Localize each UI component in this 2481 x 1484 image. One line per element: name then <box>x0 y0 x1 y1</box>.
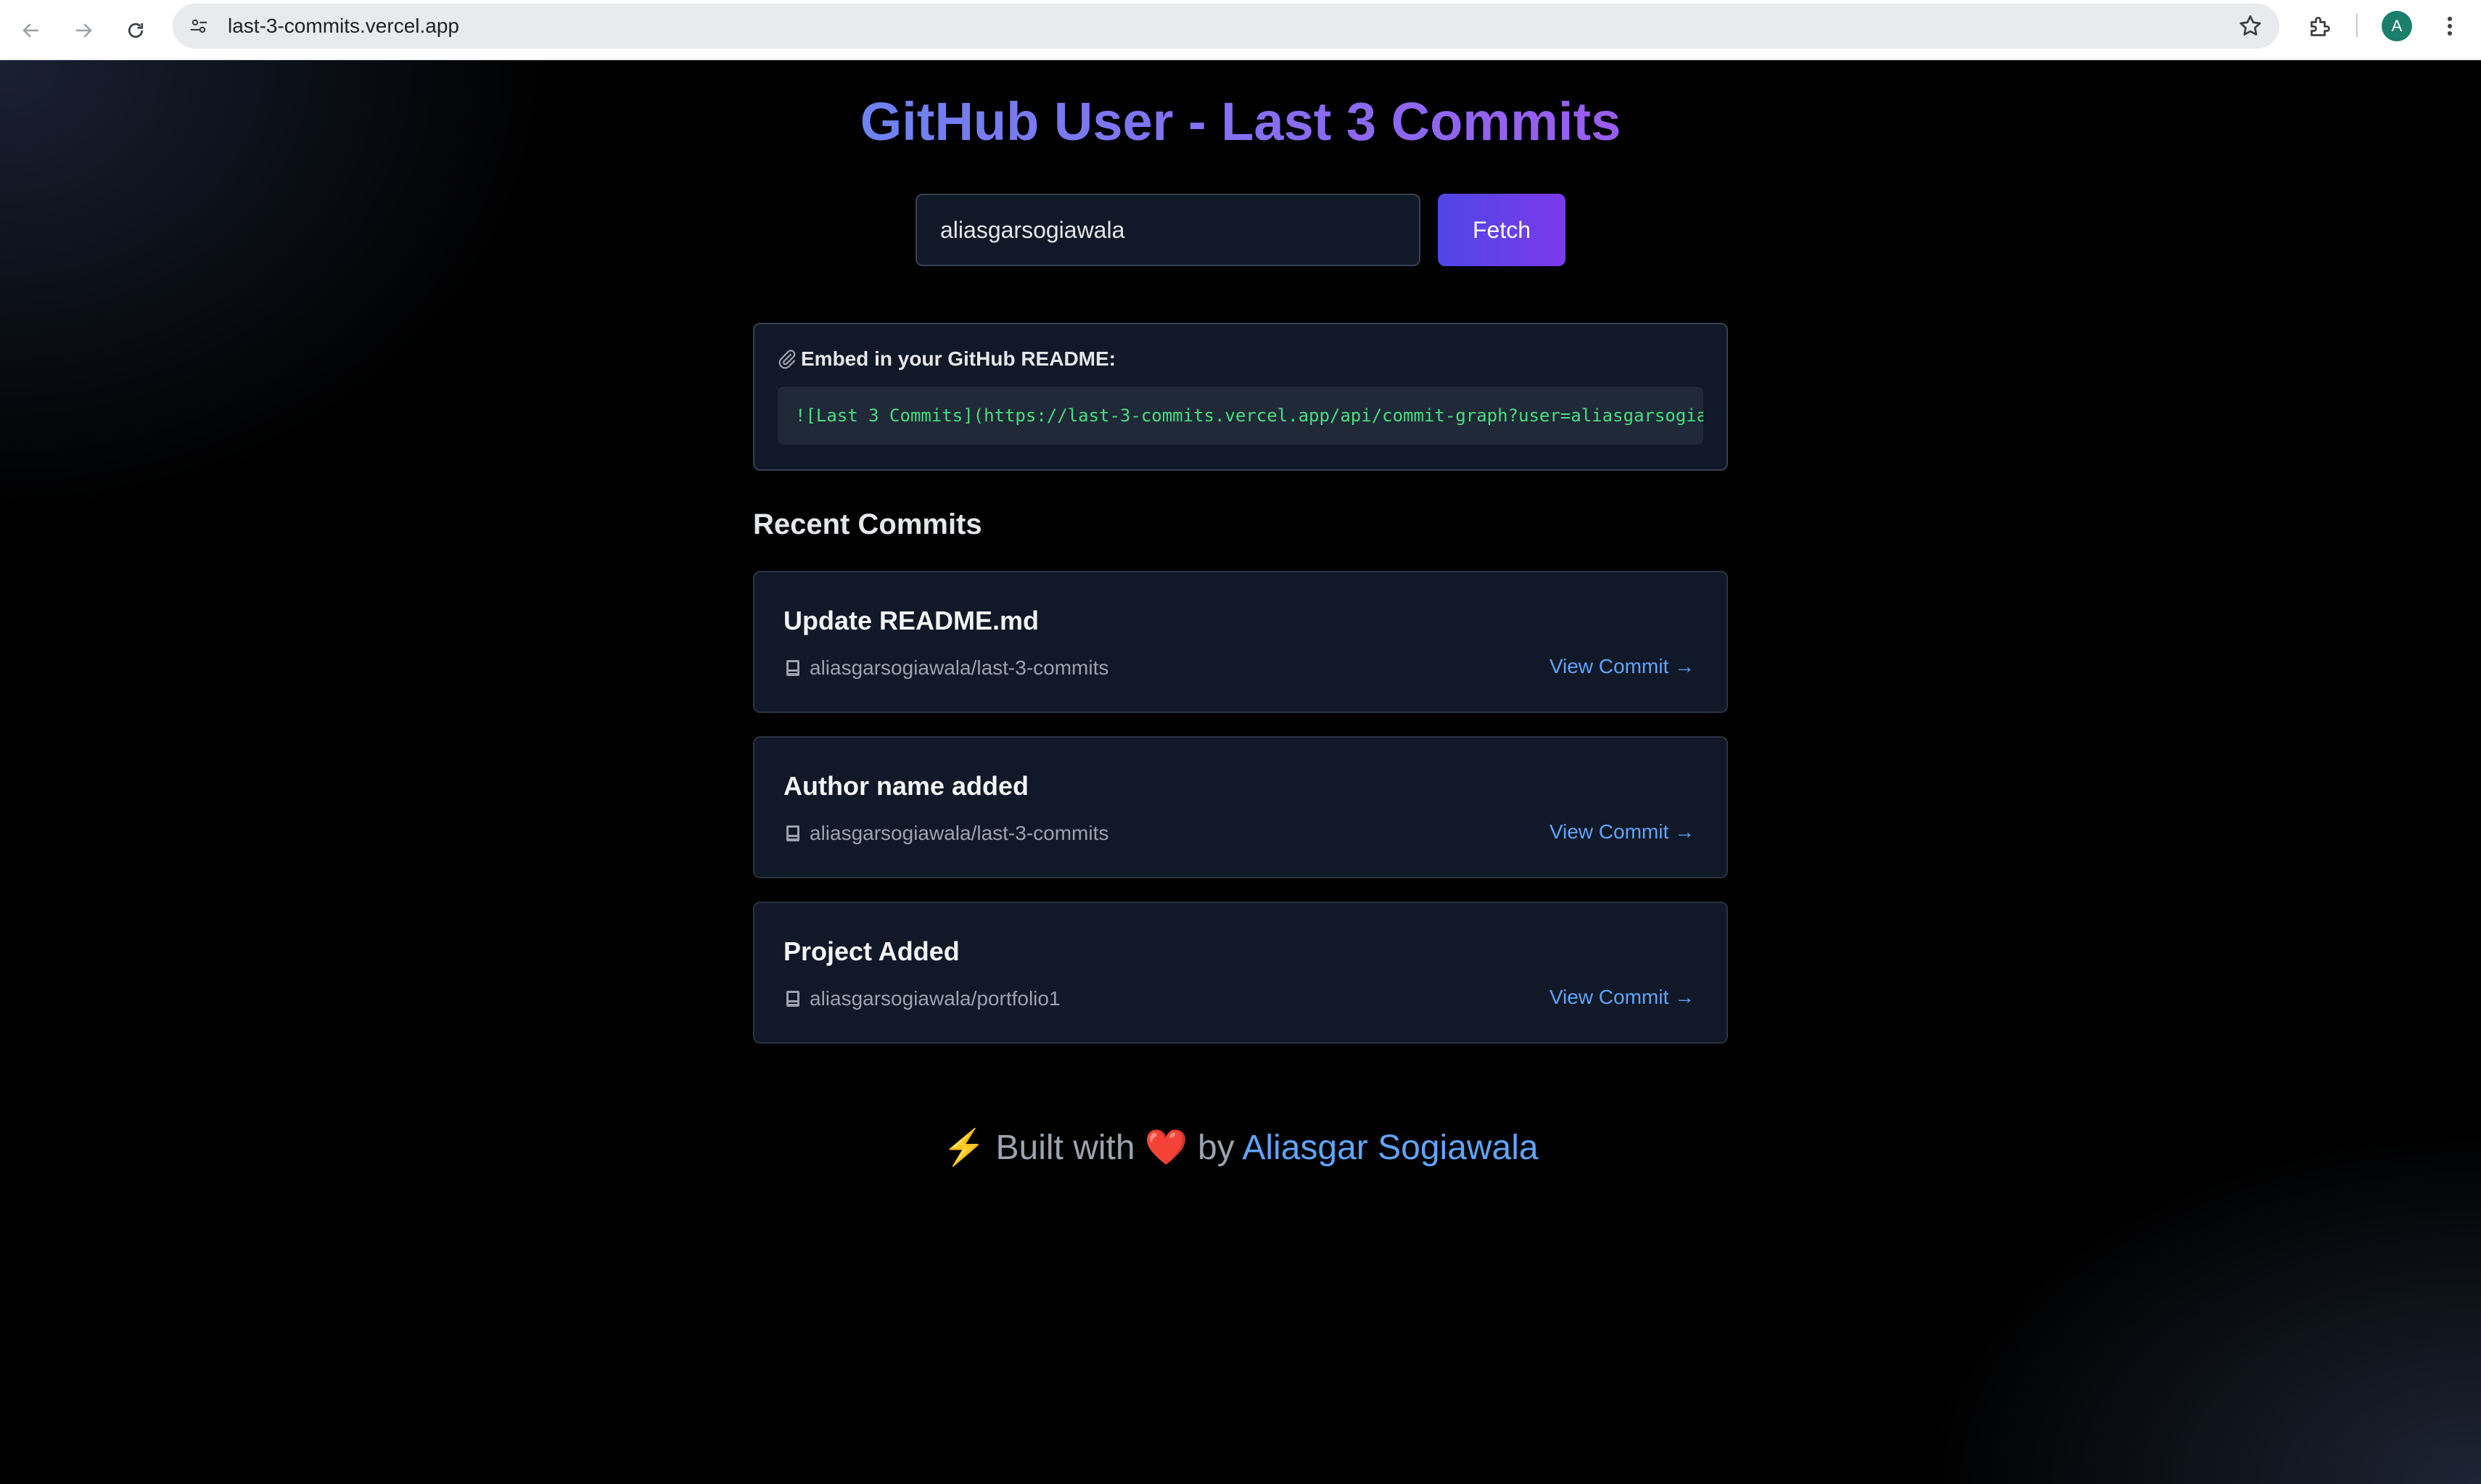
embed-box: Embed in your GitHub README: ![Last 3 Co… <box>753 323 1728 471</box>
toolbar-divider <box>2356 14 2358 37</box>
browser-toolbar: last-3-commits.vercel.app A <box>0 0 2481 60</box>
repo-icon <box>786 991 799 1007</box>
paperclip-icon <box>778 350 796 369</box>
address-bar[interactable]: last-3-commits.vercel.app <box>173 4 2279 49</box>
commit-message: Author name added <box>783 771 1029 801</box>
star-icon[interactable] <box>2237 13 2263 39</box>
commit-message: Update README.md <box>783 606 1040 635</box>
view-commit-link[interactable]: View Commit → <box>1550 655 1695 678</box>
page-content: GitHub User - Last 3 Commits Fetch Embed… <box>0 60 2481 1484</box>
commit-card: Author name added aliasgarsogiawala/last… <box>753 736 1728 878</box>
footer-text: ⚡ Built with ❤️ by <box>942 1129 1243 1167</box>
commit-repo-row: aliasgarsogiawala/portfolio1 <box>785 987 1061 1010</box>
site-info-icon[interactable] <box>184 12 213 41</box>
commit-message: Project Added <box>783 936 960 966</box>
extensions-icon[interactable] <box>2301 9 2337 46</box>
commit-repo-row: aliasgarsogiawala/last-3-commits <box>785 656 1108 680</box>
repo-icon <box>786 660 799 676</box>
repo-icon <box>786 825 799 841</box>
view-commit-link[interactable]: View Commit → <box>1550 820 1695 844</box>
embed-code[interactable]: ![Last 3 Commits](https://last-3-commits… <box>778 387 1703 445</box>
forward-arrow-icon[interactable] <box>65 12 102 49</box>
fetch-button[interactable]: Fetch <box>1438 194 1565 266</box>
url-text[interactable]: last-3-commits.vercel.app <box>228 4 459 49</box>
footer: ⚡ Built with ❤️ by Aliasgar Sogiawala <box>0 1126 2481 1170</box>
reload-icon[interactable] <box>118 12 154 49</box>
page-title: GitHub User - Last 3 Commits <box>0 89 2481 154</box>
profile-avatar[interactable]: A <box>2382 11 2412 41</box>
commit-card: Update README.md aliasgarsogiawala/last-… <box>753 571 1728 713</box>
commit-repo: aliasgarsogiawala/portfolio1 <box>810 987 1061 1010</box>
embed-heading-text: Embed in your GitHub README: <box>801 347 1116 370</box>
commit-repo: aliasgarsogiawala/last-3-commits <box>810 822 1109 844</box>
commit-repo-row: aliasgarsogiawala/last-3-commits <box>785 822 1108 845</box>
commit-card: Project Added aliasgarsogiawala/portfoli… <box>753 902 1728 1044</box>
author-link[interactable]: Aliasgar Sogiawala <box>1242 1129 1538 1167</box>
username-input[interactable] <box>916 194 1420 266</box>
back-arrow-icon[interactable] <box>13 12 49 49</box>
recent-commits-heading: Recent Commits <box>753 508 982 540</box>
commit-repo: aliasgarsogiawala/last-3-commits <box>810 656 1109 679</box>
more-menu-icon[interactable] <box>2435 11 2464 41</box>
view-commit-link[interactable]: View Commit → <box>1550 986 1695 1009</box>
embed-heading: Embed in your GitHub README: <box>776 347 1116 371</box>
page-title-text: GitHub User - Last 3 Commits <box>860 91 1621 152</box>
